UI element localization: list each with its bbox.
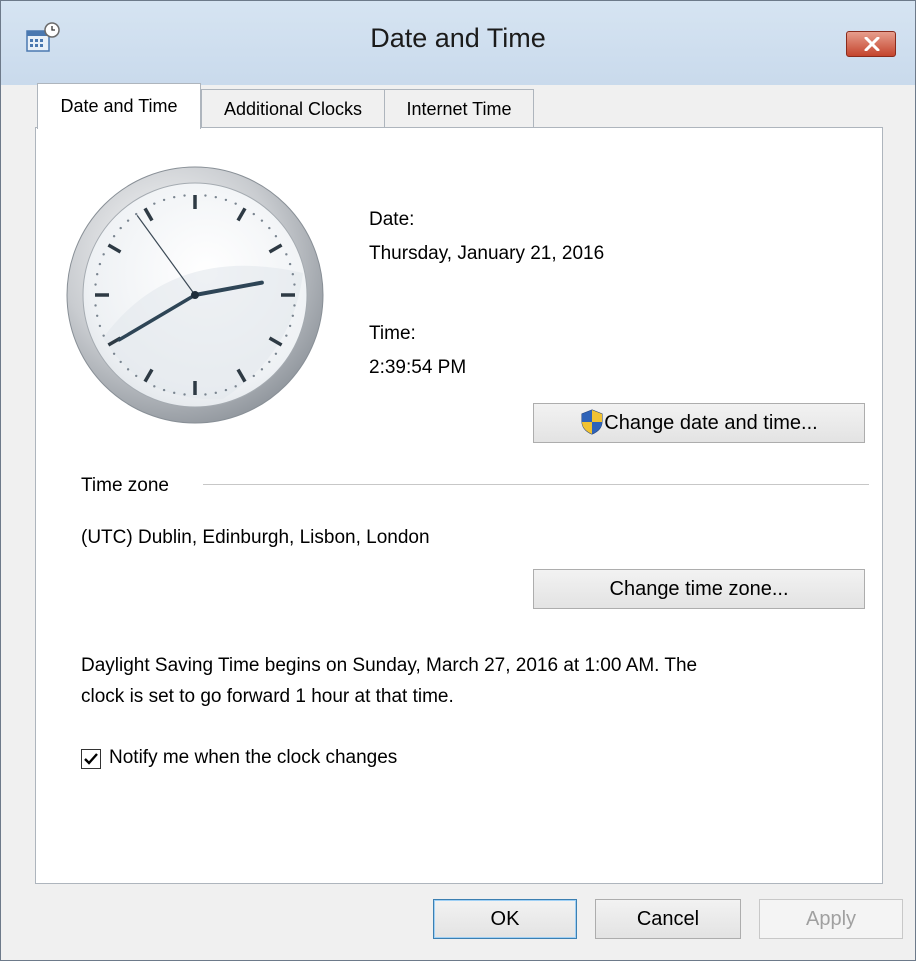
minute-dot xyxy=(94,304,97,307)
time-value: 2:39:54 PM xyxy=(369,357,467,378)
minute-dot xyxy=(126,219,130,222)
minute-dot xyxy=(94,283,97,286)
cancel-label: Cancel xyxy=(636,908,700,930)
minute-dot xyxy=(162,388,166,392)
close-button[interactable] xyxy=(846,31,896,57)
minute-dot xyxy=(119,360,122,364)
dst-info-line-2: clock is set to go forward 1 hour at tha… xyxy=(81,686,454,707)
minute-dot xyxy=(291,273,295,276)
notify-label[interactable]: Notify me when the clock changes xyxy=(109,747,397,769)
minute-dot xyxy=(102,334,105,337)
dst-info-line-1: Daylight Saving Time begins on Sunday, M… xyxy=(81,655,698,676)
analog-clock xyxy=(66,166,324,424)
time-zone-divider xyxy=(203,484,869,485)
uac-shield-icon xyxy=(581,409,603,435)
minute-dot xyxy=(293,283,296,286)
minute-dot xyxy=(234,202,237,205)
minute-dot xyxy=(126,368,130,371)
tab-additional-clocks[interactable]: Additional Clocks xyxy=(201,89,385,127)
minute-dot xyxy=(204,393,207,396)
title-bar: Date and Time xyxy=(1,1,915,85)
minute-dot xyxy=(214,195,217,199)
apply-label: Apply xyxy=(805,908,857,930)
minute-dot xyxy=(153,385,156,388)
apply-button[interactable]: Apply xyxy=(759,899,903,939)
minute-dot xyxy=(252,212,255,216)
change-date-time-button[interactable]: Change date and time... xyxy=(533,403,865,443)
close-icon xyxy=(864,37,880,51)
minute-dot xyxy=(224,388,228,392)
minute-dot xyxy=(135,212,138,216)
ok-label: OK xyxy=(490,908,520,930)
minute-dot xyxy=(288,324,292,328)
minute-dot xyxy=(214,391,217,395)
minute-dot xyxy=(173,391,176,395)
minute-dot xyxy=(252,374,255,378)
minute-dot xyxy=(135,374,138,378)
date-value: Thursday, January 21, 2016 xyxy=(369,243,605,264)
date-label: Date: xyxy=(369,209,415,230)
notify-checkbox[interactable] xyxy=(81,749,101,769)
minute-dot xyxy=(119,226,122,230)
minute-dot xyxy=(260,219,264,222)
minute-dot xyxy=(285,334,288,337)
minute-dot xyxy=(274,352,278,355)
minute-dot xyxy=(112,235,116,238)
minute-dot xyxy=(112,352,116,355)
window-title: Date and Time xyxy=(370,23,546,53)
minute-dot xyxy=(291,314,295,317)
minute-dot xyxy=(288,262,292,266)
minute-dot xyxy=(173,195,176,199)
minute-dot xyxy=(183,194,186,197)
time-zone-heading: Time zone xyxy=(81,475,169,496)
ok-button[interactable]: OK xyxy=(433,899,577,939)
change-time-zone-label: Change time zone... xyxy=(609,578,789,600)
minute-dot xyxy=(204,194,207,197)
minute-dot xyxy=(98,262,102,266)
minute-dot xyxy=(98,324,102,328)
change-date-time-label: Change date and time... xyxy=(604,412,818,434)
time-label: Time: xyxy=(369,323,416,344)
minute-dot xyxy=(95,314,99,317)
minute-dot xyxy=(274,235,278,238)
minute-dot xyxy=(234,385,237,388)
minute-dot xyxy=(268,226,271,230)
clock-center-pin xyxy=(191,291,199,299)
change-time-zone-button[interactable]: Change time zone... xyxy=(533,569,865,609)
minute-dot xyxy=(153,202,156,205)
minute-dot xyxy=(285,253,288,256)
minute-dot xyxy=(183,393,186,396)
minute-dot xyxy=(95,273,99,276)
tab-internet-time[interactable]: Internet Time xyxy=(384,89,534,127)
checkmark-icon xyxy=(84,753,98,765)
minute-dot xyxy=(268,360,271,364)
time-zone-value: (UTC) Dublin, Edinburgh, Lisbon, London xyxy=(81,527,430,548)
minute-dot xyxy=(260,368,264,371)
tab-date-and-time[interactable]: Date and Time xyxy=(37,83,201,129)
minute-dot xyxy=(102,253,105,256)
minute-dot xyxy=(293,304,296,307)
date-time-dialog: Date and Time Date and Time Additional C… xyxy=(0,0,916,961)
minute-dot xyxy=(162,198,166,202)
minute-dot xyxy=(224,198,228,202)
cancel-button[interactable]: Cancel xyxy=(595,899,741,939)
